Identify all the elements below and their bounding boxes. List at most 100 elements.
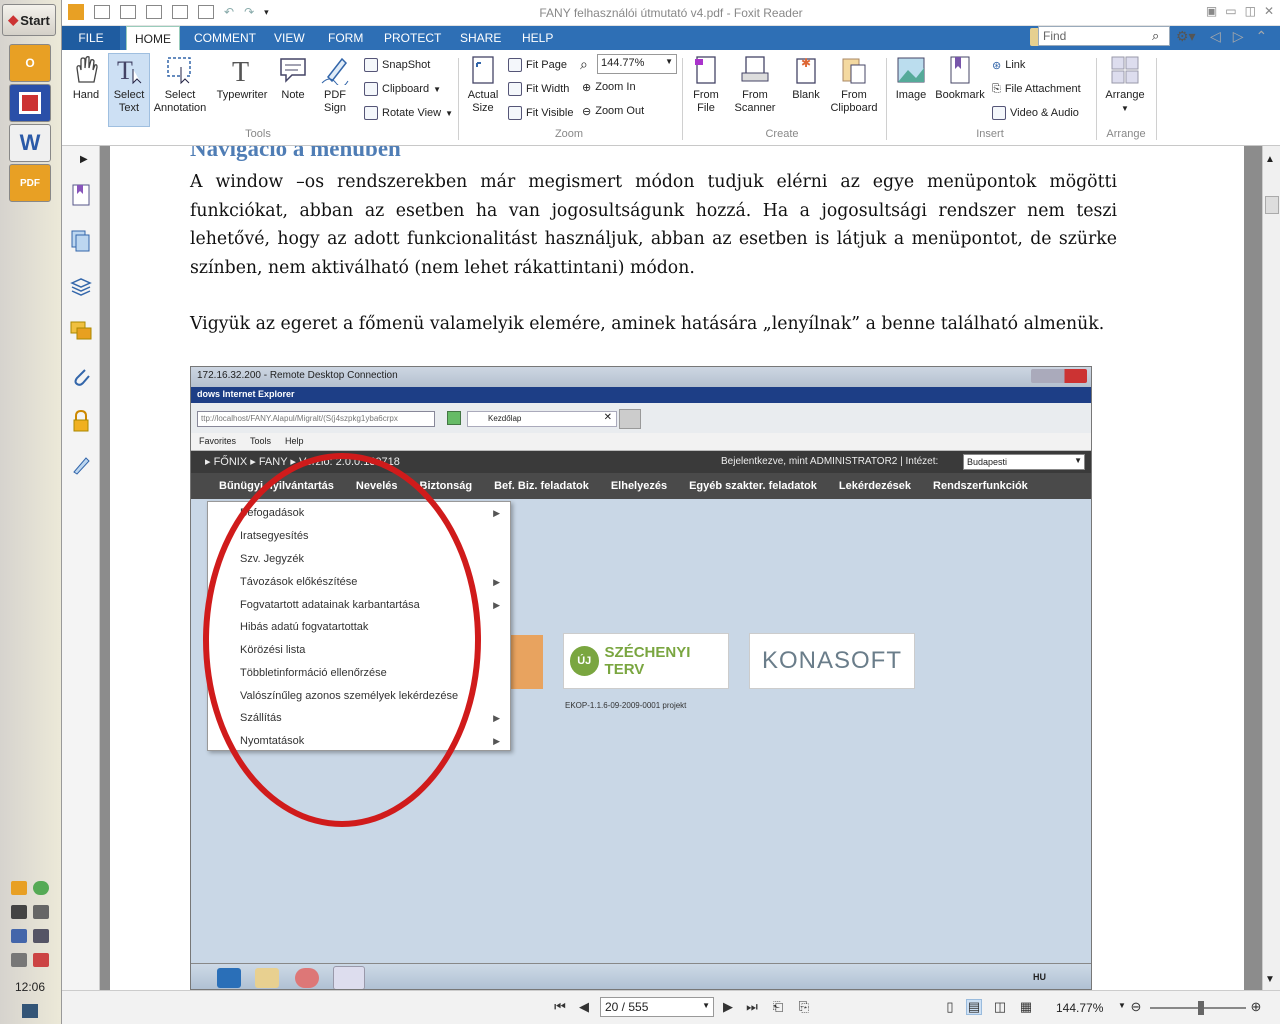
shield-tray-icon[interactable] [33, 881, 49, 895]
previous-view-icon[interactable]: ⎗ [770, 999, 786, 1015]
link-button[interactable]: ⊛ Link [992, 55, 1025, 75]
tab-view[interactable]: VIEW [266, 26, 313, 50]
tab-comment[interactable]: COMMENT [186, 26, 264, 50]
scroll-down-icon[interactable]: ▼ [1265, 974, 1275, 985]
zoom-level[interactable]: 144.77% [1056, 1001, 1103, 1015]
fit-visible-icon [508, 106, 522, 120]
restore-layout-icon[interactable]: ▣ [1206, 4, 1217, 18]
clipboard-button[interactable]: Clipboard ▼ [364, 79, 441, 99]
gear-icon[interactable]: ⚙▾ [1176, 28, 1196, 45]
scroll-up-icon[interactable]: ▲ [1265, 154, 1275, 165]
tab-protect[interactable]: PROTECT [376, 26, 449, 50]
vertical-scrollbar[interactable]: ▲ ▼ [1262, 146, 1280, 990]
note-button[interactable]: Note [276, 54, 310, 102]
document-view[interactable]: Navigáció a menüben A window –os rendsze… [100, 146, 1262, 990]
pdf-taskbar-button[interactable]: PDF [9, 164, 51, 202]
comments-panel-icon[interactable] [68, 318, 94, 344]
blank-button[interactable]: ✱ Blank [788, 54, 824, 102]
mute-icon[interactable] [33, 953, 49, 967]
from-file-button[interactable]: From File [688, 54, 724, 115]
next-view-icon[interactable]: ⎘ [796, 999, 812, 1015]
rotate-view-button[interactable]: Rotate View ▼ [364, 103, 453, 123]
facing-page-icon[interactable]: ◫ [992, 999, 1008, 1015]
hand-tool-button[interactable]: Hand [68, 54, 104, 102]
tab-help[interactable]: HELP [514, 26, 561, 50]
printer-icon[interactable] [33, 905, 49, 919]
maximize-icon[interactable]: ◫ [1245, 4, 1256, 18]
last-page-icon[interactable]: ⏭ [744, 999, 760, 1015]
scroll-thumb[interactable] [1265, 196, 1279, 214]
first-page-icon[interactable]: ⏮ [552, 999, 568, 1015]
next-page-icon[interactable]: ▶ [720, 999, 736, 1015]
institute-select: Budapesti ▼ [963, 454, 1085, 470]
minimize-icon[interactable]: ▭ [1225, 4, 1236, 18]
window-title: FANY felhasználói útmutató v4.pdf - Foxi… [539, 6, 803, 20]
tab-form[interactable]: FORM [320, 26, 371, 50]
zoom-out-button[interactable]: ⊖ Zoom Out [582, 101, 644, 121]
zoom-slider-thumb[interactable] [1198, 1001, 1204, 1015]
chevron-down-icon[interactable]: ▼ [1118, 1001, 1126, 1010]
from-clipboard-button[interactable]: From Clipboard [828, 54, 880, 115]
zoom-in-button[interactable]: ⊕ Zoom In [582, 77, 636, 97]
continuous-page-icon[interactable]: ▤ [966, 999, 982, 1015]
previous-page-icon[interactable]: ◀ [576, 999, 592, 1015]
page-number-input[interactable]: 20 / 555 ▼ [600, 997, 714, 1017]
single-page-icon[interactable]: ▯ [942, 999, 958, 1015]
from-scanner-button[interactable]: From Scanner [728, 54, 782, 115]
signatures-panel-icon[interactable] [68, 452, 94, 478]
network-icon[interactable] [11, 929, 27, 943]
typewriter-button[interactable]: T Typewriter [214, 54, 270, 102]
remote-taskbar: HU [191, 963, 1091, 989]
security-lock-icon[interactable] [68, 408, 94, 434]
clock[interactable]: 12:06 [0, 980, 60, 994]
save-taskbar-button[interactable] [9, 84, 51, 122]
fit-page-button[interactable]: Fit Page [508, 55, 567, 75]
pdf-sign-button[interactable]: PDF Sign [316, 54, 354, 115]
zoom-select[interactable]: 144.77% ▼ [597, 54, 677, 74]
expand-panel-icon[interactable]: ▶ [80, 154, 88, 165]
close-icon[interactable]: ✕ [1264, 4, 1274, 18]
chevron-down-icon: ▼ [1121, 104, 1129, 113]
paragraph-2: Vigyük az egeret a főmenü valamelyik ele… [190, 314, 1105, 334]
show-desktop-icon[interactable] [22, 1004, 38, 1018]
typewriter-icon: T [226, 54, 258, 86]
speaker-icon[interactable] [11, 905, 27, 919]
fit-width-button[interactable]: Fit Width [508, 79, 569, 99]
select-annotation-button[interactable]: Select Annotation [152, 54, 208, 115]
bookmarks-panel-icon[interactable] [68, 182, 94, 208]
search-icon[interactable]: ⌕ [1152, 28, 1159, 44]
zoom-out-icon[interactable]: ⊖ [1128, 999, 1144, 1015]
layers-panel-icon[interactable] [68, 274, 94, 300]
select-text-button[interactable]: T Select Text [108, 53, 150, 127]
actual-size-button[interactable]: Actual Size [464, 54, 502, 115]
nav-arrows[interactable]: ◁▷⌃ [1210, 28, 1279, 45]
snapshot-button[interactable]: SnapShot [364, 55, 430, 75]
zoom-in-icon[interactable]: ⊕ [1248, 999, 1264, 1015]
tab-file[interactable]: FILE [62, 26, 120, 50]
bookmark-button[interactable]: Bookmark [934, 54, 986, 102]
tab-home[interactable]: HOME [126, 26, 180, 50]
arrange-button[interactable]: Arrange ▼ [1102, 54, 1148, 115]
attachments-panel-icon[interactable] [68, 362, 94, 388]
link-icon: ⊛ [992, 59, 1002, 72]
outlook-taskbar-button[interactable]: O [9, 44, 51, 82]
tab-share[interactable]: SHARE [452, 26, 509, 50]
tools-group-label: Tools [245, 128, 271, 140]
windows-logo-icon: ◆ [8, 12, 19, 27]
video-audio-button[interactable]: Video & Audio [992, 103, 1079, 123]
start-button[interactable]: ◆ Start [2, 4, 56, 36]
device-icon[interactable] [33, 929, 49, 943]
outlook-tray-icon[interactable] [11, 881, 27, 895]
rdp-window-controls [1031, 369, 1087, 383]
find-input[interactable]: Find [1038, 26, 1170, 46]
fit-visible-button[interactable]: Fit Visible [508, 103, 573, 123]
create-group-label: Create [765, 128, 799, 140]
divider [886, 58, 887, 140]
pages-panel-icon[interactable] [68, 228, 94, 254]
continuous-facing-icon[interactable]: ▦ [1018, 999, 1034, 1015]
file-attachment-button[interactable]: ⎘ File Attachment [992, 79, 1081, 99]
word-taskbar-button[interactable]: W [9, 124, 51, 162]
ie-address-bar: ttp://localhost/FANY.Alapul/Migralt/(S(j… [191, 403, 1091, 437]
disk-icon[interactable] [11, 953, 27, 967]
image-button[interactable]: Image [892, 54, 930, 102]
